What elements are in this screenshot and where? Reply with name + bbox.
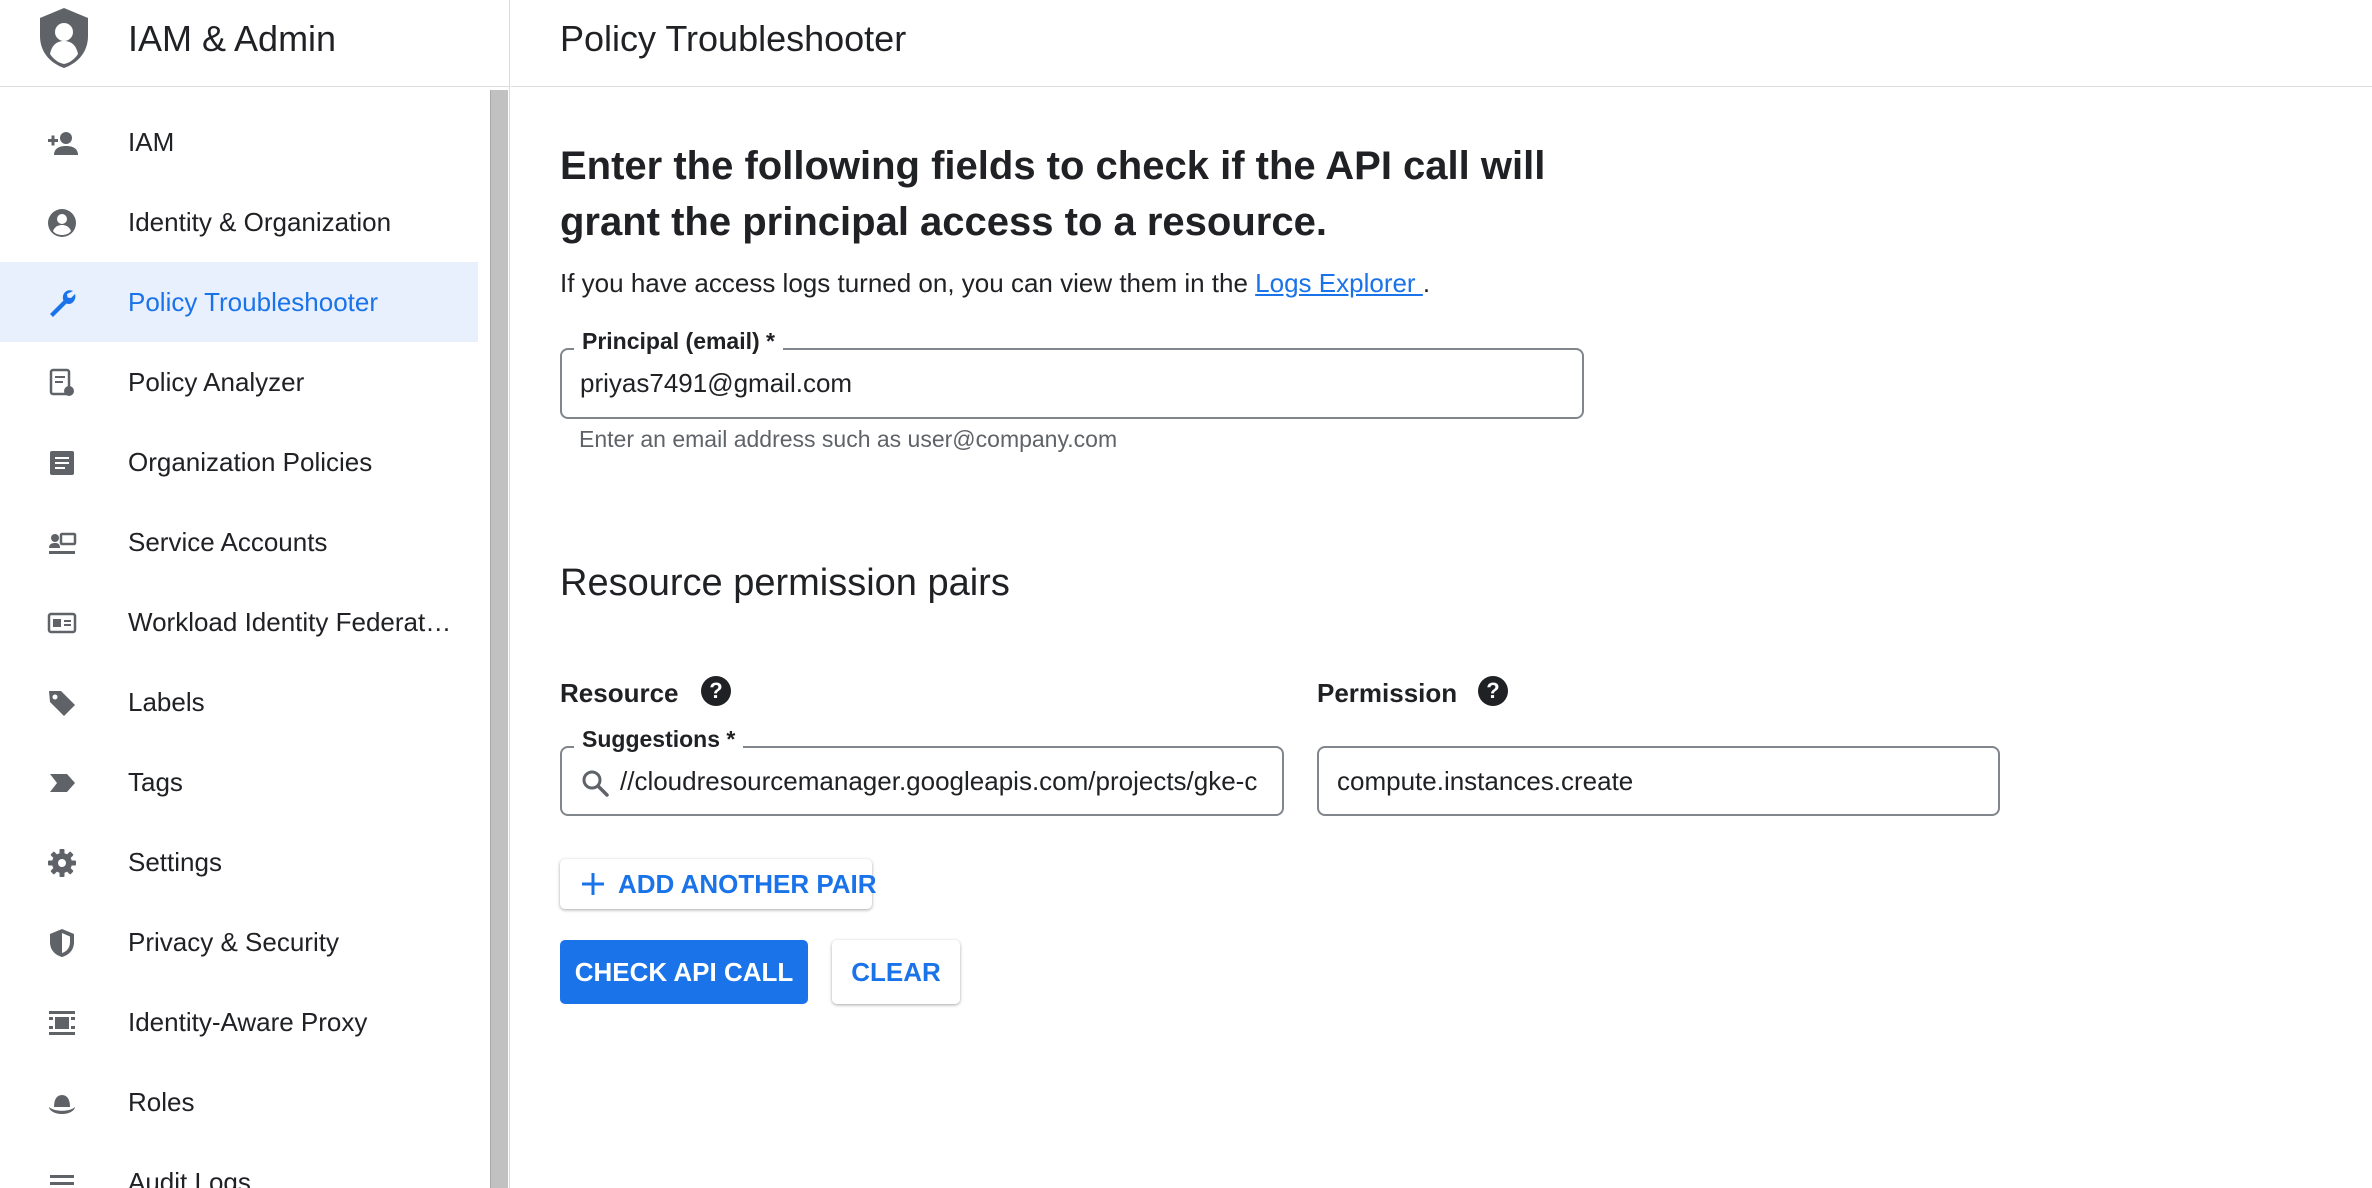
sidebar-item-audit-logs[interactable]: Audit Logs: [0, 1142, 478, 1188]
iam-shield-logo-icon: [40, 8, 88, 68]
sidebar-item-roles[interactable]: Roles: [0, 1062, 478, 1142]
plus-icon: [582, 873, 604, 895]
gear-icon: [48, 849, 76, 877]
logs-explorer-link[interactable]: Logs Explorer: [1255, 268, 1423, 298]
sidebar-item-label: Roles: [128, 1086, 195, 1117]
sidebar-item-label: Policy Analyzer: [128, 366, 305, 397]
resource-suggestions-label: Suggestions *: [574, 726, 744, 753]
sidebar-item-label: Audit Logs: [128, 1166, 251, 1188]
lines-icon: [50, 1175, 74, 1185]
sidebar-item-label: Tags: [128, 766, 183, 797]
app-title: IAM & Admin: [128, 18, 337, 59]
list-doc-icon: [50, 451, 74, 475]
sidebar-item-policy-troubleshooter[interactable]: Policy Troubleshooter: [0, 262, 478, 342]
sidebar-item-label: IAM: [128, 126, 175, 157]
sidebar: IAM & Admin IAM Identity & Organization: [0, 0, 510, 1188]
sidebar-item-workload-identity-federation[interactable]: Workload Identity Federat…: [0, 582, 478, 662]
page-title: Policy Troubleshooter: [560, 18, 907, 59]
principal-email-value[interactable]: priyas7491@gmail.com: [580, 368, 852, 399]
section-title: Resource permission pairs: [560, 562, 1010, 604]
label-arrow-icon: [50, 774, 75, 792]
sidebar-item-label: Workload Identity Federat…: [128, 606, 452, 637]
resource-suggestions-field[interactable]: Suggestions * //cloudresourcemanager.goo…: [560, 726, 1284, 816]
check-api-call-button[interactable]: CHECK API CALL: [560, 940, 808, 1004]
wrench-icon: [50, 290, 76, 317]
sidebar-item-label: Policy Troubleshooter: [128, 286, 379, 317]
page-header: Policy Troubleshooter: [511, 0, 2372, 87]
sidebar-item-tags[interactable]: Tags: [0, 742, 478, 822]
principal-email-hint: Enter an email address such as user@comp…: [579, 426, 1118, 452]
sidebar-item-identity-organization[interactable]: Identity & Organization: [0, 182, 478, 262]
proxy-icon: [49, 1011, 75, 1035]
sidebar-item-iam[interactable]: IAM: [0, 102, 478, 182]
sidebar-item-label: Organization Policies: [128, 446, 373, 477]
logs-info-text: If you have access logs turned on, you c…: [560, 268, 1430, 299]
form-heading: Enter the following fields to check if t…: [560, 144, 1546, 244]
add-another-pair-button[interactable]: ADD ANOTHER PAIR: [560, 859, 877, 909]
sidebar-item-label: Identity & Organization: [128, 206, 392, 237]
hat-icon: [49, 1095, 75, 1114]
add-another-pair-label: ADD ANOTHER PAIR: [618, 869, 877, 899]
sidebar-item-label: Service Accounts: [128, 526, 328, 557]
sidebar-item-identity-aware-proxy[interactable]: Identity-Aware Proxy: [0, 982, 478, 1062]
sidebar-item-label: Privacy & Security: [128, 926, 339, 957]
resource-help-icon[interactable]: ?: [701, 676, 731, 706]
account-circle-icon: [48, 209, 76, 237]
permission-column-label: Permission: [1317, 678, 1458, 708]
permission-help-icon[interactable]: ?: [1478, 676, 1508, 706]
sidebar-nav: IAM Identity & Organization Policy Troub…: [0, 102, 478, 1188]
sidebar-item-settings[interactable]: Settings: [0, 822, 478, 902]
sidebar-item-label: Settings: [128, 846, 222, 877]
tag-icon: [49, 691, 75, 716]
person-add-icon: [48, 132, 78, 155]
sidebar-item-service-accounts[interactable]: Service Accounts: [0, 502, 478, 582]
sidebar-item-label: Identity-Aware Proxy: [128, 1006, 368, 1037]
sidebar-scrollbar[interactable]: [490, 90, 508, 1188]
principal-email-label: Principal (email) *: [574, 328, 784, 355]
shield-icon: [50, 929, 74, 957]
clear-button[interactable]: CLEAR: [832, 940, 960, 1004]
permission-field[interactable]: compute.instances.create: [1317, 746, 2000, 816]
search-icon: [582, 770, 609, 797]
sidebar-item-labels[interactable]: Labels: [0, 662, 478, 742]
resource-value[interactable]: //cloudresourcemanager.googleapis.com/pr…: [620, 766, 1270, 797]
sidebar-item-label: Labels: [128, 686, 205, 717]
logs-info-prefix: If you have access logs turned on, you c…: [560, 268, 1256, 298]
logs-info-suffix: .: [1422, 268, 1431, 298]
permission-value[interactable]: compute.instances.create: [1337, 766, 1633, 797]
id-card-icon: [47, 612, 77, 634]
sidebar-item-privacy-security[interactable]: Privacy & Security: [0, 902, 478, 982]
sidebar-header: IAM & Admin: [0, 0, 510, 87]
service-account-icon: [49, 532, 77, 554]
sidebar-item-policy-analyzer[interactable]: Policy Analyzer: [0, 342, 478, 422]
main-content: Enter the following fields to check if t…: [511, 88, 2372, 1188]
policy-doc-icon: [49, 368, 74, 396]
sidebar-item-organization-policies[interactable]: Organization Policies: [0, 422, 478, 502]
resource-column-label: Resource: [560, 678, 679, 708]
principal-email-field[interactable]: Principal (email) * priyas7491@gmail.com: [560, 328, 1584, 419]
